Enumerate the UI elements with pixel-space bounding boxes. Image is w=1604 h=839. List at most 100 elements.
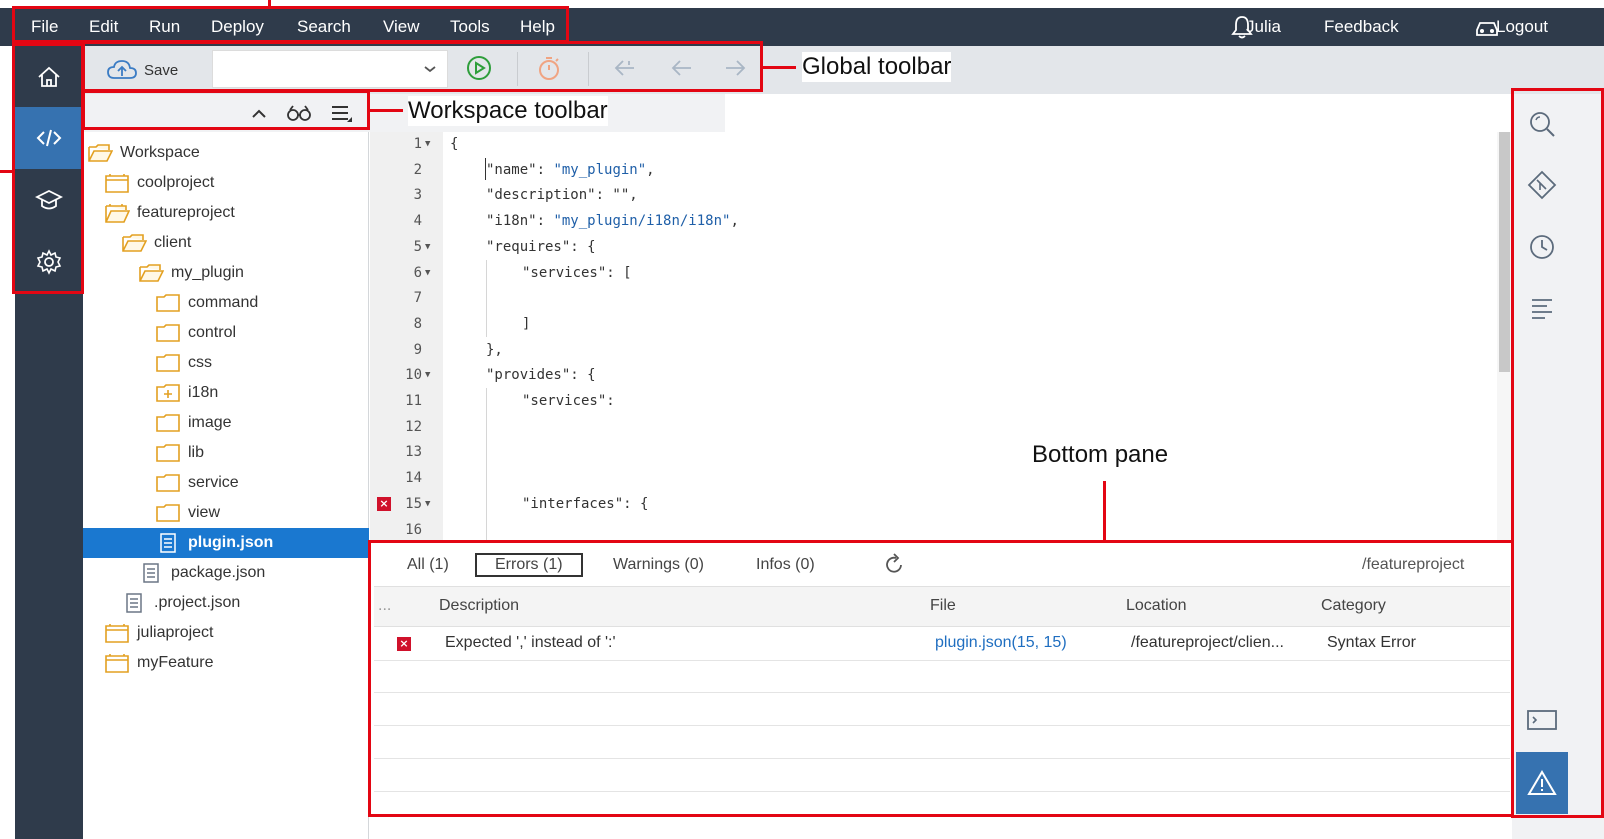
- logout-link[interactable]: Logout: [1496, 8, 1548, 46]
- code-line[interactable]: 3 "description": "",: [370, 182, 1498, 208]
- table-row-divider: [374, 692, 1510, 693]
- user-name[interactable]: Julia: [1246, 8, 1281, 46]
- problem-description[interactable]: Expected ',' instead of ':': [445, 634, 616, 652]
- menu-deploy[interactable]: Deploy: [211, 8, 264, 46]
- menu-help[interactable]: Help: [520, 8, 555, 46]
- menu-search[interactable]: Search: [297, 8, 351, 46]
- tree-item[interactable]: Workspace: [83, 138, 369, 168]
- refresh-icon[interactable]: [882, 553, 906, 577]
- console-button[interactable]: [1524, 702, 1560, 738]
- menu-view[interactable]: View: [383, 8, 420, 46]
- column-header-description[interactable]: Description: [439, 597, 519, 615]
- link-with-editor-icon[interactable]: [286, 103, 312, 123]
- back-to-edit-icon: [614, 60, 634, 76]
- code-line[interactable]: 16: [370, 517, 1498, 543]
- column-header-category[interactable]: Category: [1321, 597, 1386, 615]
- fold-arrow-icon[interactable]: ▼: [425, 131, 430, 157]
- tree-item[interactable]: css: [83, 348, 369, 378]
- code-line[interactable]: 9},: [370, 337, 1498, 363]
- code-line[interactable]: 8]: [370, 311, 1498, 337]
- settings-button[interactable]: [15, 231, 83, 293]
- save-button[interactable]: Save: [102, 52, 200, 88]
- tree-item[interactable]: lib: [83, 438, 369, 468]
- fold-arrow-icon[interactable]: ▼: [425, 491, 430, 517]
- learning-button[interactable]: [15, 169, 83, 231]
- forward-button[interactable]: [720, 52, 752, 84]
- outline-button[interactable]: [1524, 290, 1560, 326]
- tree-item[interactable]: service: [83, 468, 369, 498]
- tree-item[interactable]: .project.json: [83, 588, 369, 618]
- tree-item[interactable]: plugin.json: [83, 528, 369, 558]
- tree-item[interactable]: command: [83, 288, 369, 318]
- tree-item[interactable]: image: [83, 408, 369, 438]
- tree-item-label: my_plugin: [171, 264, 244, 281]
- tree-item[interactable]: juliaproject: [83, 618, 369, 648]
- tree-item[interactable]: my_plugin: [83, 258, 369, 288]
- tree-item[interactable]: package.json: [83, 558, 369, 588]
- json-punctuation: ,: [646, 162, 655, 178]
- line-number: 7: [413, 290, 422, 306]
- code-line[interactable]: 10 ▼ "provides": {: [370, 362, 1498, 388]
- filter-all[interactable]: All (1): [407, 553, 449, 577]
- code-line[interactable]: × 15 ▼ "interfaces": {: [370, 491, 1498, 517]
- filter-errors[interactable]: Errors (1): [475, 553, 583, 577]
- line-number: 6: [413, 265, 422, 281]
- tree-item[interactable]: control: [83, 318, 369, 348]
- stopwatch-icon: [539, 57, 559, 80]
- problems-button[interactable]: [1516, 752, 1568, 814]
- run-button[interactable]: [463, 52, 495, 84]
- code-text: "description": "",: [486, 187, 638, 203]
- menu-icon[interactable]: [330, 102, 354, 126]
- indent-guide: [486, 517, 487, 543]
- menu-run[interactable]: Run: [149, 8, 180, 46]
- code-line[interactable]: 12: [370, 414, 1498, 440]
- git-button[interactable]: [1524, 167, 1560, 203]
- fold-arrow-icon[interactable]: ▼: [425, 260, 430, 286]
- development-button[interactable]: [15, 107, 83, 169]
- code-line[interactable]: 7: [370, 285, 1498, 311]
- code-line[interactable]: 2 "name": "my_plugin",: [370, 157, 1498, 183]
- search-button[interactable]: [1524, 106, 1560, 142]
- tree-item-label: Workspace: [120, 144, 200, 161]
- code-text: "services":: [522, 393, 615, 409]
- code-text: {: [450, 136, 459, 152]
- workspace-toolbar: [83, 94, 725, 132]
- code-line[interactable]: 11 "services":: [370, 388, 1498, 414]
- problem-location[interactable]: /featureproject/clien...: [1131, 634, 1284, 652]
- folder-open-icon: [88, 144, 113, 162]
- tree-item[interactable]: coolproject: [83, 168, 369, 198]
- column-header-file[interactable]: File: [930, 597, 956, 615]
- menu-tools[interactable]: Tools: [450, 8, 490, 46]
- fold-arrow-icon[interactable]: ▼: [425, 234, 430, 260]
- column-header-severity[interactable]: ...: [378, 597, 391, 615]
- history-button[interactable]: [1524, 229, 1560, 265]
- filter-infos[interactable]: Infos (0): [756, 553, 815, 577]
- menu-edit[interactable]: Edit: [89, 8, 118, 46]
- problem-file-link[interactable]: plugin.json(15, 15): [935, 634, 1067, 652]
- home-button[interactable]: [15, 46, 83, 108]
- code-line[interactable]: 6 ▼ "services": [: [370, 260, 1498, 286]
- tree-item[interactable]: i18n: [83, 378, 369, 408]
- editor-scrollbar-thumb[interactable]: [1499, 132, 1510, 372]
- problem-category[interactable]: Syntax Error: [1327, 634, 1416, 652]
- tree-item-label: .project.json: [154, 594, 241, 611]
- tree-item[interactable]: view: [83, 498, 369, 528]
- tree-item[interactable]: client: [83, 228, 369, 258]
- code-line[interactable]: 4 "i18n": "my_plugin/i18n/i18n",: [370, 208, 1498, 234]
- back-button[interactable]: [665, 52, 697, 84]
- filter-warnings[interactable]: Warnings (0): [613, 553, 704, 577]
- feedback-link[interactable]: Feedback: [1324, 8, 1399, 46]
- code-line[interactable]: 14: [370, 465, 1498, 491]
- code-line[interactable]: 13: [370, 439, 1498, 465]
- code-line[interactable]: 1 ▼ {: [370, 131, 1498, 157]
- collapse-all-icon[interactable]: [249, 107, 269, 121]
- debug-button[interactable]: [533, 52, 565, 84]
- tree-item[interactable]: featureproject: [83, 198, 369, 228]
- column-header-location[interactable]: Location: [1126, 597, 1187, 615]
- run-configuration-select[interactable]: [212, 50, 448, 88]
- code-line[interactable]: 5 ▼ "requires": {: [370, 234, 1498, 260]
- tree-item[interactable]: myFeature: [83, 648, 369, 678]
- last-edit-button[interactable]: [608, 52, 640, 84]
- menu-file[interactable]: File: [31, 8, 58, 46]
- fold-arrow-icon[interactable]: ▼: [425, 362, 430, 388]
